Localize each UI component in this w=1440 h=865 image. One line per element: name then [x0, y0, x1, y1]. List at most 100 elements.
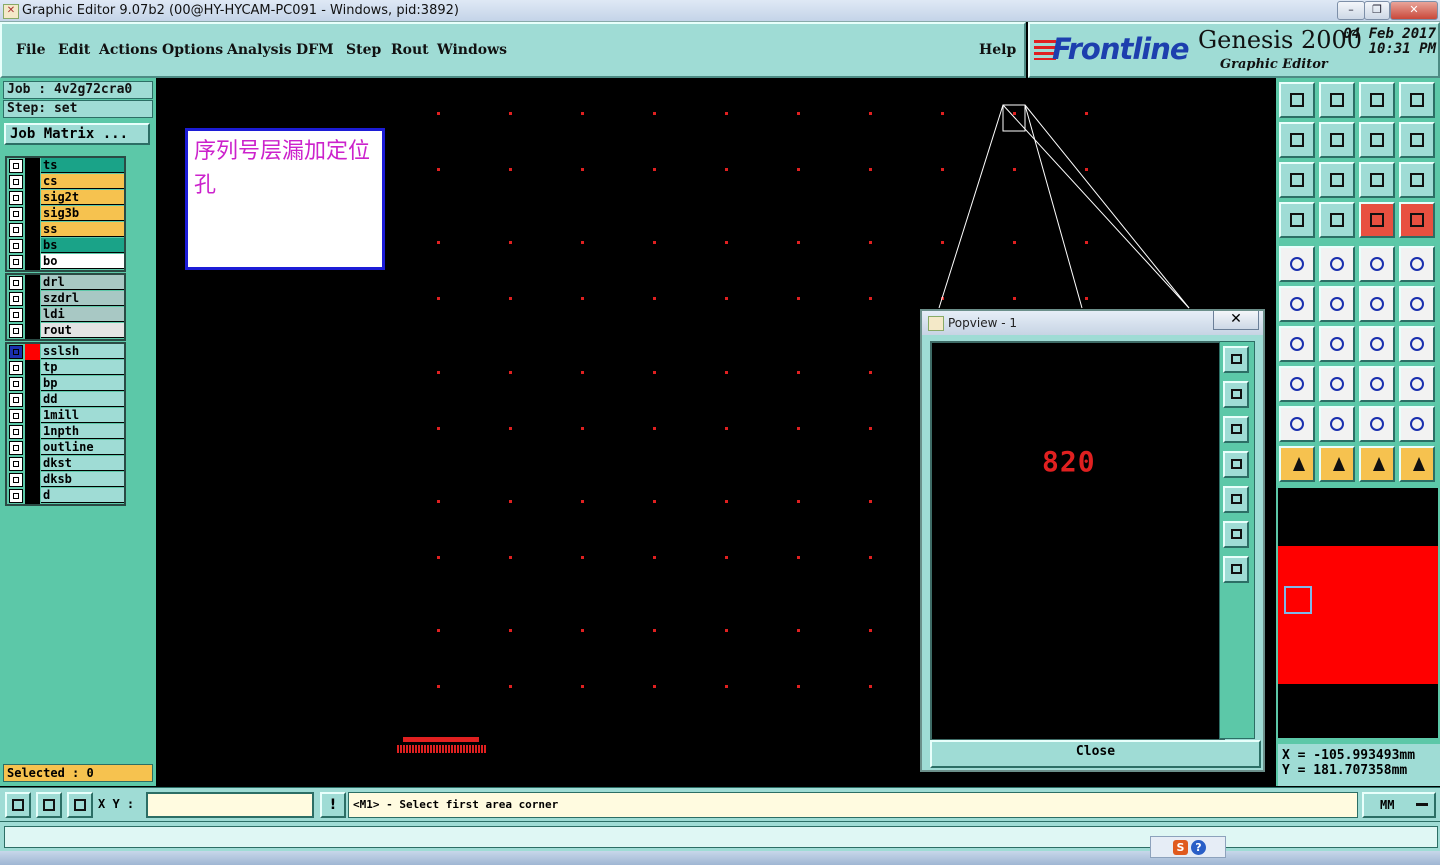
layer-checkbox[interactable] — [9, 276, 23, 290]
tool-split-icon[interactable] — [1319, 366, 1355, 402]
tool-layers-b-icon[interactable] — [1399, 202, 1435, 238]
layer-checkbox[interactable] — [9, 425, 23, 439]
layer-checkbox[interactable] — [9, 473, 23, 487]
tool-dim-icon[interactable] — [1359, 366, 1395, 402]
tool-grid-icon[interactable] — [1319, 202, 1355, 238]
layer-name[interactable]: bs — [41, 238, 124, 253]
tool-tri-4-icon[interactable] — [1399, 406, 1435, 442]
tool-left-icon[interactable] — [1279, 122, 1315, 158]
minimize-button[interactable]: – — [1337, 1, 1365, 20]
layer-checkbox[interactable] — [9, 345, 23, 359]
tool-rotate-icon[interactable] — [1359, 326, 1395, 362]
tool-arc-add-icon[interactable] — [1359, 286, 1395, 322]
layer-checkbox[interactable] — [9, 377, 23, 391]
popview-pan-left-icon[interactable] — [1223, 451, 1249, 478]
layer-name[interactable]: bp — [41, 376, 124, 391]
tool-select-icon[interactable] — [1279, 446, 1315, 482]
layer-name[interactable]: bo — [41, 254, 124, 269]
menu-dfm[interactable]: DFM — [296, 42, 334, 58]
layer-checkbox[interactable] — [9, 409, 23, 423]
menu-windows[interactable]: Windows — [437, 42, 507, 58]
menu-edit[interactable]: Edit — [58, 42, 90, 58]
layer-row[interactable]: dksb — [7, 472, 124, 488]
layer-checkbox[interactable] — [9, 292, 23, 306]
layer-checkbox[interactable] — [9, 159, 23, 173]
popview-zoom-out-icon[interactable] — [1223, 556, 1249, 583]
layer-row[interactable]: ss — [7, 222, 124, 238]
layer-row[interactable]: dkst — [7, 456, 124, 472]
close-window-button[interactable]: ✕ — [1390, 1, 1438, 20]
popview-zoom-in-icon[interactable] — [1223, 521, 1249, 548]
layer-row[interactable]: d — [7, 488, 124, 504]
tool-snap-icon[interactable] — [1399, 122, 1435, 158]
tool-fit-icon[interactable] — [1279, 162, 1315, 198]
layer-checkbox[interactable] — [9, 324, 23, 338]
layer-row[interactable]: szdrl — [7, 291, 124, 307]
menu-actions[interactable]: Actions — [99, 42, 158, 58]
snap-mode-icon[interactable] — [5, 792, 31, 818]
tool-center-icon[interactable] — [1319, 162, 1355, 198]
layer-name[interactable]: ldi — [41, 307, 124, 322]
tool-measure-icon[interactable] — [1279, 202, 1315, 238]
layer-row[interactable]: cs — [7, 174, 124, 190]
layer-name[interactable]: drl — [41, 275, 124, 290]
layer-checkbox[interactable] — [9, 255, 23, 269]
tool-pad-move-icon[interactable] — [1279, 366, 1315, 402]
layer-name[interactable]: dksb — [41, 472, 124, 487]
layer-checkbox[interactable] — [9, 191, 23, 205]
ime-s-icon[interactable]: S — [1173, 840, 1188, 855]
tool-select-round-icon[interactable] — [1359, 446, 1395, 482]
tool-flip-icon[interactable] — [1359, 122, 1395, 158]
layer-row[interactable]: sig2t — [7, 190, 124, 206]
tool-frontline-icon[interactable] — [1399, 326, 1435, 362]
layer-row[interactable]: 1npth — [7, 424, 124, 440]
layer-checkbox[interactable] — [9, 457, 23, 471]
overview-map[interactable] — [1278, 488, 1438, 738]
layer-checkbox[interactable] — [9, 175, 23, 189]
tool-select-path-icon[interactable] — [1399, 446, 1435, 482]
layer-row[interactable]: sslsh — [7, 344, 124, 360]
layer-name[interactable]: sslsh — [41, 344, 124, 359]
popview-pan-right-icon[interactable] — [1223, 486, 1249, 513]
xy-input[interactable] — [146, 792, 314, 818]
tool-ratio-icon[interactable] — [1359, 162, 1395, 198]
tool-angle-icon[interactable] — [1279, 326, 1315, 362]
grid-mode-icon[interactable] — [67, 792, 93, 818]
tool-cross-icon[interactable] — [1319, 286, 1355, 322]
angle-mode-icon[interactable] — [36, 792, 62, 818]
tool-tri-1-icon[interactable] — [1279, 406, 1315, 442]
layer-name[interactable]: tp — [41, 360, 124, 375]
layer-checkbox[interactable] — [9, 223, 23, 237]
menu-step[interactable]: Step — [346, 42, 381, 58]
tool-tri-2-icon[interactable] — [1319, 406, 1355, 442]
layer-row[interactable]: tp — [7, 360, 124, 376]
tool-up-icon[interactable] — [1279, 82, 1315, 118]
layer-name[interactable]: dd — [41, 392, 124, 407]
tool-window-icon[interactable] — [1399, 82, 1435, 118]
layer-checkbox[interactable] — [9, 441, 23, 455]
alert-icon[interactable]: ! — [320, 792, 346, 818]
tool-right-icon[interactable] — [1319, 122, 1355, 158]
tool-layers-a-icon[interactable] — [1359, 202, 1395, 238]
layer-checkbox[interactable] — [9, 207, 23, 221]
layer-name[interactable]: szdrl — [41, 291, 124, 306]
layer-row[interactable]: sig3b — [7, 206, 124, 222]
layer-checkbox[interactable] — [9, 489, 23, 503]
layer-name[interactable]: 1mill — [41, 408, 124, 423]
layer-name[interactable]: rout — [41, 323, 124, 338]
layer-checkbox[interactable] — [9, 239, 23, 253]
tool-arc-move-icon[interactable] — [1399, 286, 1435, 322]
tool-circle-icon[interactable] — [1399, 246, 1435, 282]
layer-row[interactable]: outline — [7, 440, 124, 456]
menu-file[interactable]: File — [16, 42, 45, 58]
menu-options[interactable]: Options — [162, 42, 223, 58]
layer-name[interactable]: ts — [41, 158, 124, 173]
layer-name[interactable]: sig2t — [41, 190, 124, 205]
layer-row[interactable]: bs — [7, 238, 124, 254]
tool-add-pad-icon[interactable] — [1279, 246, 1315, 282]
layer-name[interactable]: outline — [41, 440, 124, 455]
tool-add-line-icon[interactable] — [1319, 246, 1355, 282]
tool-tri-3-icon[interactable] — [1359, 406, 1395, 442]
tool-home-icon[interactable] — [1359, 82, 1395, 118]
layer-checkbox[interactable] — [9, 393, 23, 407]
